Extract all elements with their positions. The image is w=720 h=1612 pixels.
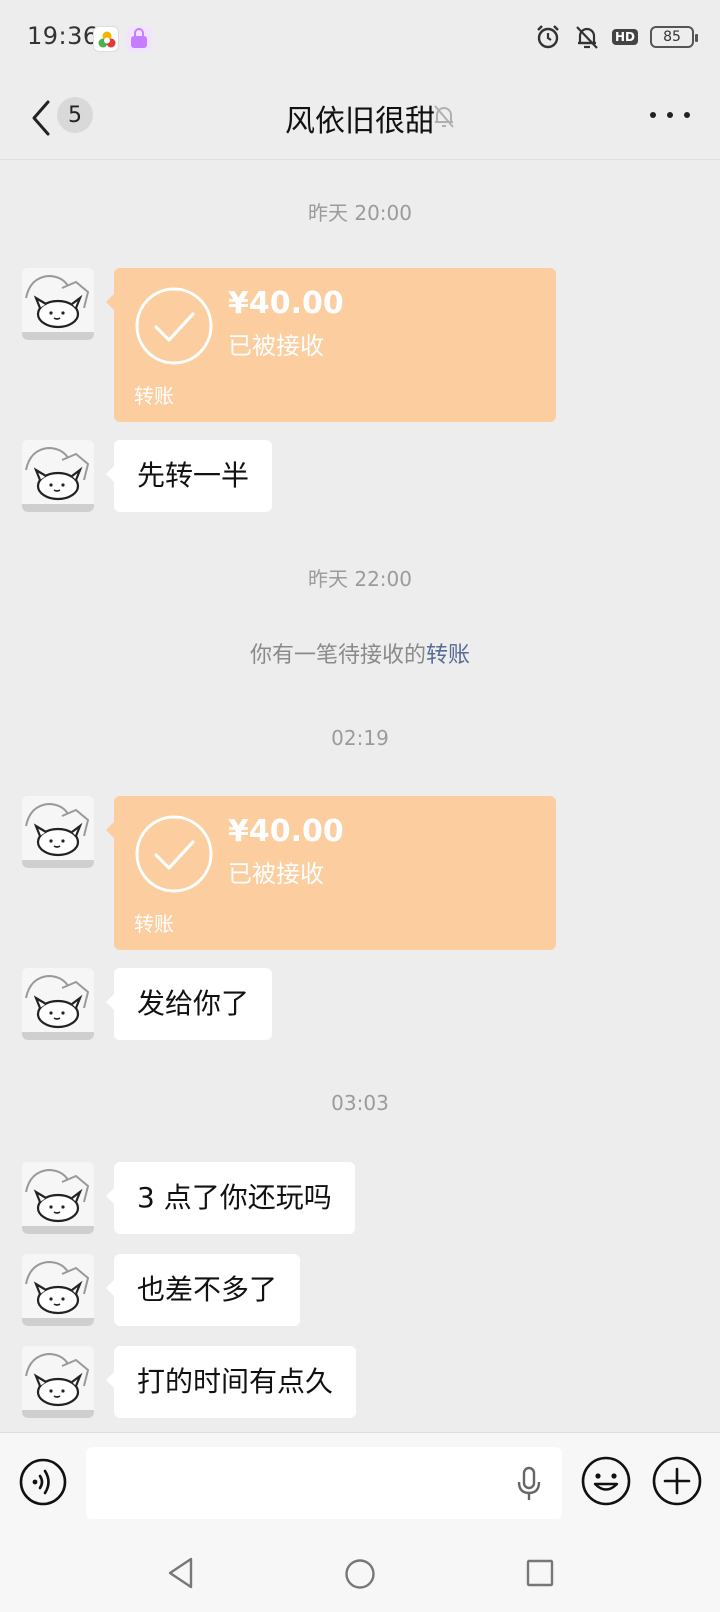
hd-voice-icon: HD — [611, 29, 638, 45]
notifications-off-icon — [576, 26, 598, 49]
contact-avatar[interactable] — [22, 440, 94, 512]
more-dot-icon — [650, 112, 656, 118]
more-options-button[interactable] — [650, 100, 690, 130]
transfer-amount: ¥40.00 — [228, 814, 344, 849]
contact-avatar[interactable] — [22, 796, 94, 868]
contact-avatar[interactable] — [22, 1346, 94, 1418]
message-input[interactable] — [86, 1447, 562, 1519]
battery-level: 85 — [663, 29, 681, 45]
system-nav-bar — [0, 1534, 720, 1612]
system-notice-text: 你有一笔待接收的 — [249, 643, 426, 668]
input-bar — [0, 1432, 720, 1534]
message-bubble[interactable]: 先转一半 — [105, 440, 273, 512]
status-bar: 19:36 HD 85 — [0, 0, 720, 76]
timestamp: 03:03 — [331, 1091, 389, 1115]
message-bubble[interactable]: 发给你了 — [105, 968, 273, 1040]
transfer-label: 转账 — [134, 912, 174, 936]
emoji-icon[interactable] — [580, 1455, 632, 1507]
alarm-icon — [537, 25, 559, 49]
nav-back-icon[interactable] — [166, 1556, 196, 1590]
message-bubble[interactable]: 打的时间有点久 — [105, 1346, 357, 1418]
mute-bell-icon — [434, 105, 454, 128]
transfer-amount: ¥40.00 — [228, 286, 344, 321]
chat-title: 风依旧很甜 — [285, 104, 435, 139]
nav-recents-icon[interactable] — [526, 1559, 554, 1587]
contact-avatar[interactable] — [22, 1162, 94, 1234]
voice-mode-icon[interactable] — [18, 1457, 68, 1507]
message-list[interactable]: 昨天 20:00 ¥40.00 已被接收 转账 先转一半 昨天 22:00 你有… — [0, 160, 720, 1432]
timestamp: 02:19 — [331, 726, 389, 750]
message-bubble[interactable]: 也差不多了 — [105, 1254, 301, 1326]
contact-avatar[interactable] — [22, 268, 94, 340]
transfer-label: 转账 — [134, 384, 174, 408]
status-time: 19:36 — [27, 22, 99, 50]
plus-icon[interactable] — [651, 1455, 703, 1507]
check-circle-icon — [135, 815, 213, 893]
check-circle-icon — [135, 287, 213, 365]
timestamp: 昨天 22:00 — [308, 567, 412, 591]
nav-home-icon[interactable] — [344, 1558, 376, 1590]
message-bubble[interactable]: 3 点了你还玩吗 — [106, 1162, 355, 1234]
transfer-status: 已被接收 — [228, 332, 324, 360]
browser-app-icon — [93, 26, 119, 52]
microphone-icon[interactable] — [516, 1466, 542, 1502]
contact-avatar[interactable] — [22, 1254, 94, 1326]
contact-avatar[interactable] — [22, 968, 94, 1040]
transfer-status: 已被接收 — [228, 860, 324, 888]
transfer-bubble[interactable]: ¥40.00 已被接收 转账 — [106, 796, 556, 950]
more-dot-icon — [667, 112, 673, 118]
timestamp: 昨天 20:00 — [308, 201, 412, 225]
more-dot-icon — [684, 112, 690, 118]
transfer-bubble[interactable]: ¥40.00 已被接收 转账 — [106, 268, 556, 422]
transfer-link[interactable]: 转账 — [426, 643, 470, 668]
battery-icon: 85 — [650, 26, 698, 48]
bag-app-icon — [126, 26, 152, 52]
status-indicators: HD 85 — [534, 22, 698, 52]
chat-header: 5 风依旧很甜 — [0, 76, 720, 160]
system-notice: 你有一笔待接收的转账 — [0, 637, 720, 669]
